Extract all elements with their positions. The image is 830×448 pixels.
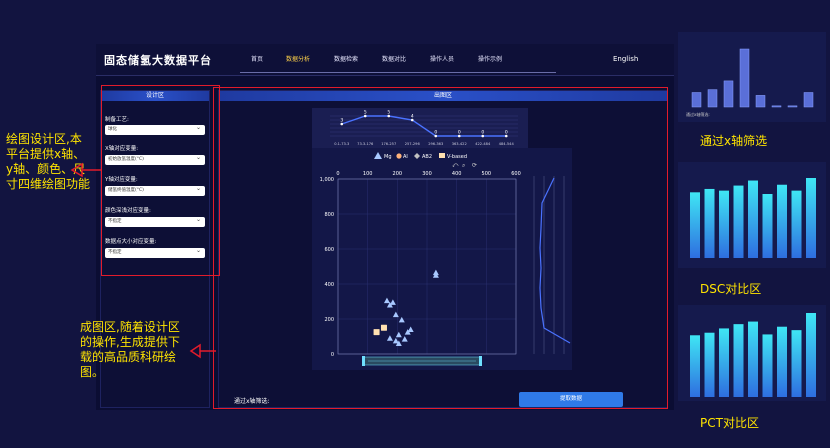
thumb3-bar <box>762 334 773 397</box>
thumb-caption: 通过x轴筛选: <box>686 111 710 117</box>
thumb2-bar <box>748 180 758 258</box>
label-x-filter: 通过x轴筛选 <box>700 134 768 148</box>
thumb3-bar <box>748 321 758 397</box>
thumb3-bar <box>704 332 715 397</box>
thumb2-bar <box>806 178 816 258</box>
thumb1-bar <box>723 80 734 108</box>
thumb3-bar <box>791 330 802 397</box>
nav-operators[interactable]: 操作人员 <box>430 54 454 63</box>
thumb3-bar <box>806 313 816 397</box>
thumb1-bar <box>803 92 814 108</box>
nav-underline <box>240 72 556 73</box>
thumb1-bar <box>691 92 702 108</box>
annotation-chart-area: 成图区,随着设计区的操作,生成提供下载的高品质科研绘图。 <box>80 320 180 379</box>
language-switch[interactable]: English <box>613 55 638 63</box>
thumb2-bar <box>762 194 773 258</box>
label-dsc-compare: DSC对比区 <box>700 282 762 296</box>
thumb3-bar <box>690 335 700 397</box>
thumb3-bar <box>777 326 787 397</box>
nav-examples[interactable]: 操作示例 <box>478 54 502 63</box>
thumb3-bar <box>719 328 729 397</box>
thumb2-bar <box>719 190 729 258</box>
arrow-to-design <box>70 162 102 178</box>
arrow-to-chart <box>189 343 216 359</box>
thumb2-bar <box>777 184 787 258</box>
label-pct-compare: PCT对比区 <box>700 416 759 430</box>
thumb3-bar <box>733 324 744 397</box>
design-highlight-box <box>101 85 220 276</box>
thumb1-bar <box>787 105 798 108</box>
nav-data-search[interactable]: 数据检索 <box>334 54 358 63</box>
thumb1-bar <box>707 89 718 108</box>
nav-home[interactable]: 首页 <box>251 54 263 63</box>
thumb1-bar <box>739 48 750 108</box>
nav-data-analysis[interactable]: 数据分析 <box>286 54 310 63</box>
thumb-x-filter-bars: 通过x轴筛选: <box>678 32 826 122</box>
nav-data-compare[interactable]: 数据对比 <box>382 54 406 63</box>
chart-highlight-box <box>213 87 668 409</box>
thumb2-bar <box>791 190 802 258</box>
thumb2-bar <box>704 188 715 258</box>
thumb2-bar <box>690 192 700 258</box>
app-title: 固态储氢大数据平台 <box>104 54 212 67</box>
thumb-pct-compare <box>678 305 826 401</box>
thumb-dsc-compare <box>678 162 826 268</box>
thumb2-bar <box>733 185 744 258</box>
thumb1-bar <box>771 105 782 108</box>
thumb1-bar <box>755 95 766 108</box>
